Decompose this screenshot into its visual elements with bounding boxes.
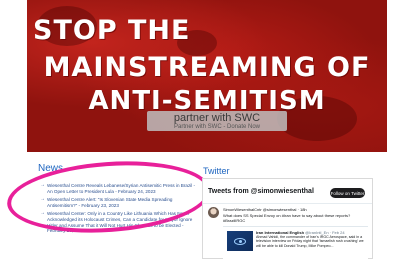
hero-banner[interactable]: STOP THE MAINSTREAMING OF ANTI-SEMITISM … <box>27 0 387 152</box>
twitter-timeline-widget: Tweets from @simonwiesenthal Follow on T… <box>202 178 373 261</box>
quoted-tweet-card[interactable]: Iran International English @IranIntl_En … <box>223 226 368 261</box>
tweet-author[interactable]: SimonWiesenthalCntr @simonwiesenthal · 1… <box>223 207 307 212</box>
partner-sublabel: Partner with SWC - Donate Now <box>173 124 261 130</box>
iran-international-logo-icon <box>227 231 253 251</box>
follow-on-twitter-button[interactable]: Follow on Twitter <box>330 188 365 198</box>
twitter-timeline-title[interactable]: Tweets from @simonwiesenthal <box>208 188 314 195</box>
partner-label: partner with SWC <box>173 112 261 124</box>
banner-headline-line2: MAINSTREAMING OF <box>43 52 371 83</box>
avatar[interactable] <box>208 207 219 218</box>
partner-with-swc-link[interactable]: partner with SWC Partner with SWC - Dona… <box>147 111 287 131</box>
twitter-heading[interactable]: Twitter <box>203 166 230 176</box>
banner-headline-line1: STOP THE <box>33 15 191 46</box>
quoted-tweet-text: Ahmad Vahidi, the commander of Iran's IR… <box>256 235 364 248</box>
divider <box>203 203 372 204</box>
tweet-text: What does SS Special Envoy on #Iran have… <box>223 213 351 223</box>
